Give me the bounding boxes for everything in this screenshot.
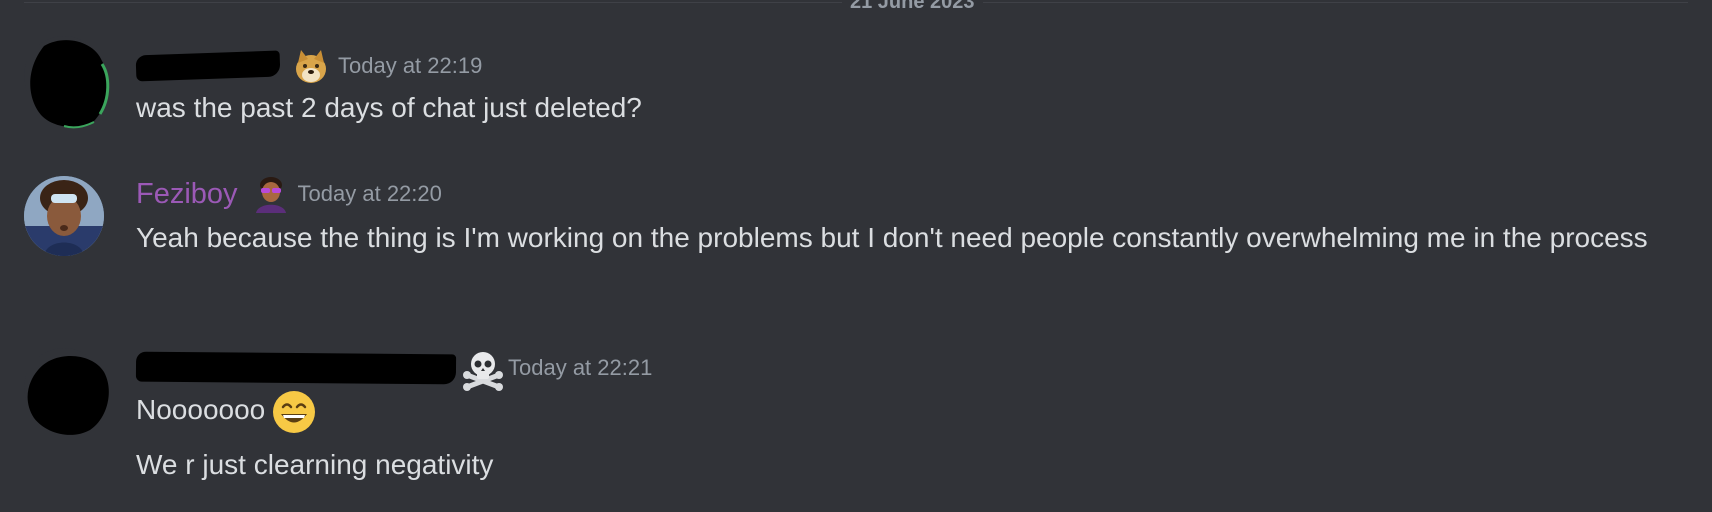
message-content: was the past 2 days of chat just deleted… bbox=[136, 86, 1682, 130]
timestamp[interactable]: Today at 22:19 bbox=[338, 53, 482, 79]
doge-emoji-icon bbox=[292, 47, 330, 85]
skull-crossbones-icon bbox=[462, 349, 503, 391]
message-header: Today at 22:19 bbox=[135, 46, 482, 86]
message-text: Yeah because the thing is I'm working on… bbox=[136, 222, 1648, 253]
avatar[interactable] bbox=[24, 176, 104, 256]
message-content: Nooooooo We r just clearning negativity bbox=[136, 388, 1682, 487]
message-item[interactable]: Feziboy Today at 22:20 Yeah because the … bbox=[0, 172, 1712, 312]
message-text: was the past 2 days of chat just deleted… bbox=[136, 92, 642, 123]
grinning-face-icon[interactable] bbox=[271, 389, 317, 435]
message-header: Today at 22:21 bbox=[135, 348, 652, 391]
username-redacted[interactable] bbox=[135, 50, 281, 82]
avatar[interactable] bbox=[24, 36, 110, 129]
username[interactable]: Feziboy bbox=[136, 178, 238, 211]
timestamp[interactable]: Today at 22:20 bbox=[298, 181, 442, 207]
message-text: Nooooooo bbox=[136, 394, 266, 425]
message-header: Feziboy Today at 22:20 bbox=[136, 174, 442, 214]
date-divider: 21 June 2023 bbox=[24, 0, 1688, 12]
message-line: Nooooooo bbox=[136, 388, 1682, 435]
message-text: We r just clearning negativity bbox=[136, 448, 494, 480]
timestamp[interactable]: Today at 22:21 bbox=[508, 355, 652, 381]
person-sunglasses-icon bbox=[251, 175, 290, 213]
chat-message-list: 21 June 2023 Today at 22:19 was the past… bbox=[0, 0, 1712, 512]
date-divider-label: 21 June 2023 bbox=[842, 0, 983, 12]
message-item[interactable]: Today at 22:19 was the past 2 days of ch… bbox=[0, 30, 1712, 130]
message-content: Yeah because the thing is I'm working on… bbox=[136, 216, 1682, 260]
avatar[interactable] bbox=[24, 348, 109, 435]
message-item[interactable]: Today at 22:21 Nooooooo We r just clearn… bbox=[0, 344, 1712, 494]
username-redacted[interactable] bbox=[135, 351, 457, 385]
